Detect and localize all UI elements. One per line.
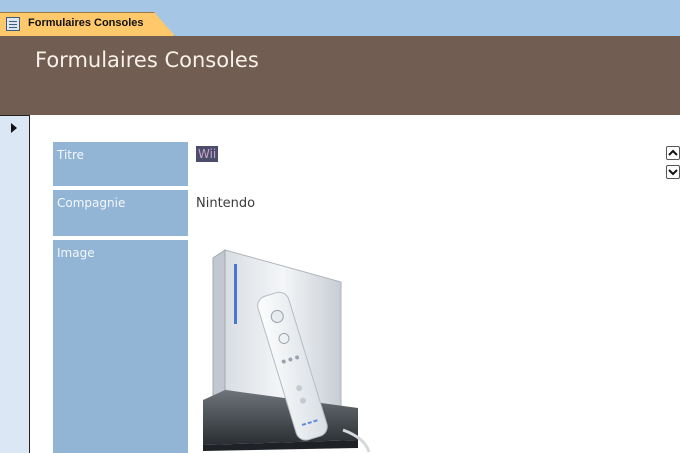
field-value-compagnie[interactable]: Nintendo: [196, 196, 255, 211]
record-selector[interactable]: [0, 115, 30, 453]
form-header: Formulaires Consoles: [0, 36, 680, 115]
scroll-down-button[interactable]: [666, 165, 680, 179]
chevron-down-icon: [668, 169, 678, 176]
record-selector-divider: [0, 115, 30, 116]
scroll-up-button[interactable]: [666, 146, 680, 160]
field-value-titre[interactable]: Wii: [196, 146, 219, 162]
record-pointer-icon: [11, 123, 17, 133]
field-label-compagnie: Compagnie: [53, 190, 188, 236]
tab-formulaires-consoles[interactable]: Formulaires Consoles: [0, 12, 175, 36]
chevron-up-icon: [668, 149, 678, 156]
field-label-image: Image: [53, 240, 188, 453]
form-icon: [6, 17, 20, 31]
tab-label: Formulaires Consoles: [28, 17, 144, 29]
console-image[interactable]: [193, 240, 379, 453]
page-title: Formulaires Consoles: [35, 48, 259, 72]
console-illustration: [203, 249, 371, 453]
field-label-titre: Titre: [53, 142, 188, 186]
